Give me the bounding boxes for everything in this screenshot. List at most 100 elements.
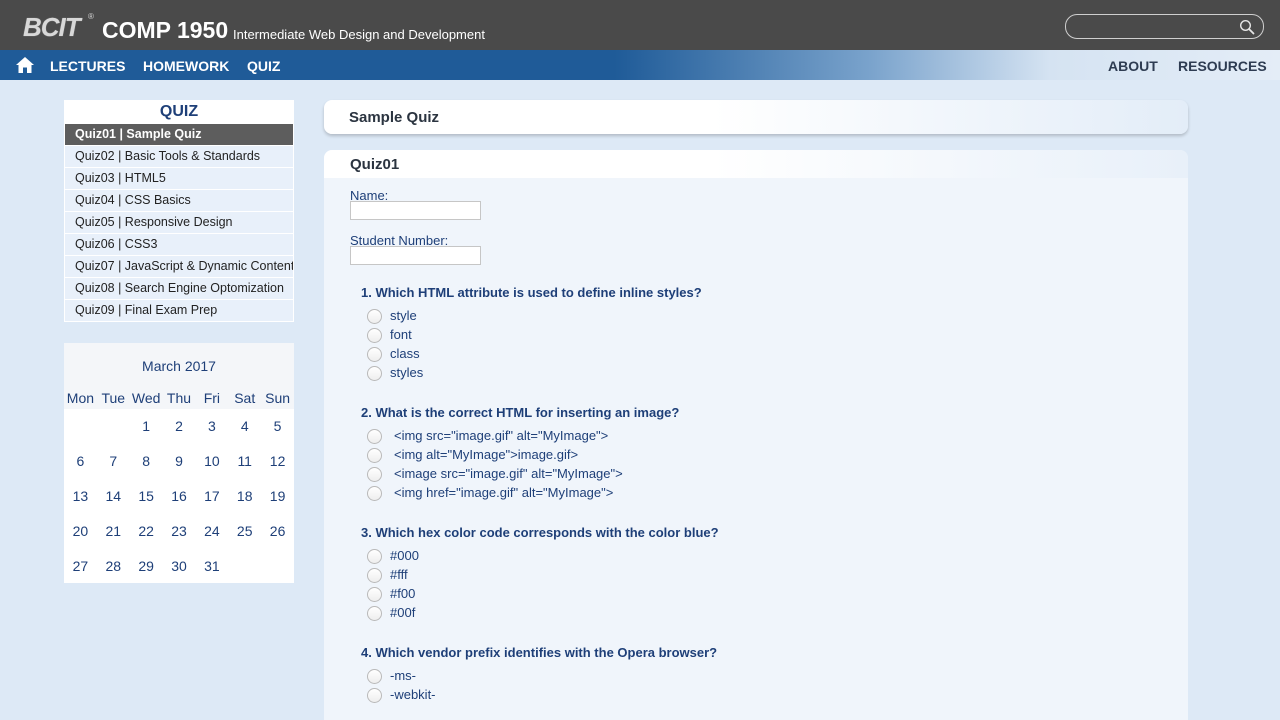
search-box[interactable] — [1065, 14, 1264, 39]
calendar-day[interactable]: 21 — [97, 514, 130, 549]
quiz-sidebar: QUIZ Quiz01 | Sample Quiz Quiz02 | Basic… — [64, 100, 294, 322]
nav-resources[interactable]: RESOURCES — [1178, 58, 1267, 74]
option-label[interactable]: <image src="image.gif" alt="MyImage"> — [394, 466, 623, 482]
option-label[interactable]: #fff — [390, 567, 408, 583]
calendar-day[interactable]: 19 — [261, 479, 294, 514]
radio-button[interactable] — [367, 606, 382, 621]
calendar-day[interactable]: 5 — [261, 409, 294, 444]
search-input[interactable] — [1076, 18, 1236, 36]
calendar-day[interactable]: 26 — [261, 514, 294, 549]
calendar-day[interactable]: 30 — [163, 549, 196, 584]
calendar-day[interactable]: 28 — [97, 549, 130, 584]
option-label[interactable]: <img src="image.gif" alt="MyImage"> — [394, 428, 608, 444]
calendar-day[interactable]: 7 — [97, 444, 130, 479]
calendar-day[interactable]: 31 — [195, 549, 228, 584]
calendar-weekday: Tue — [96, 387, 130, 409]
sidebar-item-quiz04[interactable]: Quiz04 | CSS Basics — [64, 190, 294, 212]
calendar-day[interactable]: 23 — [163, 514, 196, 549]
radio-button[interactable] — [367, 429, 382, 444]
student-number-field[interactable] — [350, 246, 481, 265]
radio-button[interactable] — [367, 347, 382, 362]
calendar-day[interactable]: 18 — [228, 479, 261, 514]
calendar-day — [97, 409, 130, 444]
nav-homework[interactable]: HOMEWORK — [143, 58, 229, 74]
option-label[interactable]: #00f — [390, 605, 415, 621]
radio-button[interactable] — [367, 587, 382, 602]
radio-button[interactable] — [367, 549, 382, 564]
sidebar-item-quiz03[interactable]: Quiz03 | HTML5 — [64, 168, 294, 190]
sidebar-item-quiz09[interactable]: Quiz09 | Final Exam Prep — [64, 300, 294, 322]
radio-button[interactable] — [367, 669, 382, 684]
radio-button[interactable] — [367, 366, 382, 381]
registered-mark: ® — [88, 12, 94, 21]
main-nav: LECTURES HOMEWORK QUIZ ABOUT RESOURCES — [0, 50, 1280, 80]
nav-quiz[interactable]: QUIZ — [247, 58, 280, 74]
calendar-weekday: Fri — [195, 387, 229, 409]
option-label[interactable]: font — [390, 327, 412, 343]
radio-button[interactable] — [367, 328, 382, 343]
calendar-day[interactable]: 14 — [97, 479, 130, 514]
calendar-day[interactable]: 6 — [64, 444, 97, 479]
calendar-month: March 2017 — [64, 343, 294, 387]
option-label[interactable]: class — [390, 346, 420, 362]
calendar-day[interactable]: 1 — [130, 409, 163, 444]
calendar-day[interactable]: 25 — [228, 514, 261, 549]
calendar-day[interactable]: 3 — [195, 409, 228, 444]
calendar-day[interactable]: 24 — [195, 514, 228, 549]
option-label[interactable]: #f00 — [390, 586, 415, 602]
calendar-day[interactable]: 27 — [64, 549, 97, 584]
sidebar-item-quiz08[interactable]: Quiz08 | Search Engine Optomization — [64, 278, 294, 300]
calendar-day[interactable]: 10 — [195, 444, 228, 479]
option-label[interactable]: <img href="image.gif" alt="MyImage"> — [394, 485, 613, 501]
course-name: Intermediate Web Design and Development — [233, 27, 485, 42]
radio-button[interactable] — [367, 309, 382, 324]
course-code: COMP 1950 — [102, 17, 229, 43]
sidebar-item-quiz05[interactable]: Quiz05 | Responsive Design — [64, 212, 294, 234]
quiz-form: Quiz01 Name: Student Number: 1. Which HT… — [324, 150, 1188, 720]
calendar-day[interactable]: 11 — [228, 444, 261, 479]
calendar-day — [228, 549, 261, 584]
calendar-day[interactable]: 4 — [228, 409, 261, 444]
sidebar-item-quiz02[interactable]: Quiz02 | Basic Tools & Standards — [64, 146, 294, 168]
calendar-weekday: Thu — [162, 387, 196, 409]
calendar-weekday: Mon — [64, 387, 97, 409]
calendar-weekday: Sun — [261, 387, 294, 409]
calendar-day[interactable]: 15 — [130, 479, 163, 514]
radio-button[interactable] — [367, 568, 382, 583]
calendar-weekday: Sat — [228, 387, 262, 409]
sidebar-item-quiz07[interactable]: Quiz07 | JavaScript & Dynamic Content — [64, 256, 294, 278]
calendar-day[interactable]: 8 — [130, 444, 163, 479]
option-label[interactable]: -webkit- — [390, 687, 436, 703]
sidebar-item-quiz01[interactable]: Quiz01 | Sample Quiz — [64, 124, 294, 146]
option-label[interactable]: <img alt="MyImage">image.gif> — [394, 447, 578, 463]
radio-button[interactable] — [367, 448, 382, 463]
sidebar-item-quiz06[interactable]: Quiz06 | CSS3 — [64, 234, 294, 256]
nav-about[interactable]: ABOUT — [1108, 58, 1158, 74]
calendar-day[interactable]: 16 — [163, 479, 196, 514]
nav-lectures[interactable]: LECTURES — [50, 58, 125, 74]
calendar-days: 1 2 3 4 5 6 7 8 9 10 11 12 13 14 15 16 1… — [64, 409, 294, 584]
calendar-day[interactable]: 12 — [261, 444, 294, 479]
option-label[interactable]: -ms- — [390, 668, 416, 684]
calendar-day[interactable]: 17 — [195, 479, 228, 514]
quiz-sidebar-title: QUIZ — [64, 100, 294, 124]
radio-button[interactable] — [367, 688, 382, 703]
calendar-widget: March 2017 Mon Tue Wed Thu Fri Sat Sun 1… — [64, 343, 294, 583]
calendar-day[interactable]: 20 — [64, 514, 97, 549]
option-label[interactable]: #000 — [390, 548, 419, 564]
calendar-day[interactable]: 29 — [130, 549, 163, 584]
question-3: 3. Which hex color code corresponds with… — [361, 525, 719, 540]
calendar-day[interactable]: 22 — [130, 514, 163, 549]
option-label[interactable]: style — [390, 308, 417, 324]
radio-button[interactable] — [367, 467, 382, 482]
calendar-day[interactable]: 9 — [163, 444, 196, 479]
home-icon[interactable] — [15, 56, 35, 74]
bcit-logo[interactable]: BCIT — [23, 12, 81, 42]
search-icon[interactable] — [1239, 19, 1255, 35]
name-field[interactable] — [350, 201, 481, 220]
option-label[interactable]: styles — [390, 365, 423, 381]
calendar-day[interactable]: 2 — [163, 409, 196, 444]
radio-button[interactable] — [367, 486, 382, 501]
calendar-day — [261, 549, 294, 584]
calendar-day[interactable]: 13 — [64, 479, 97, 514]
